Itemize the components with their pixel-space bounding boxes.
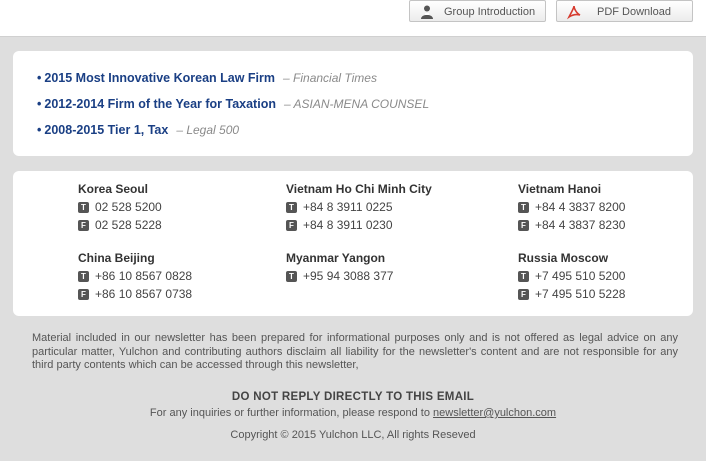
fax-icon: F [286, 220, 297, 231]
pdf-download-button[interactable]: PDF Download [556, 0, 693, 22]
fax-icon: F [518, 220, 529, 231]
tel-number: +7 495 510 5200 [535, 269, 626, 283]
fax-line: F +84 8 3911 0230 [286, 218, 506, 233]
award-item: • 2012-2014 Firm of the Year for Taxation… [37, 96, 429, 112]
fax-number: +7 495 510 5228 [535, 287, 626, 301]
awards-panel: • 2015 Most Innovative Korean Law Firm – F… [13, 51, 693, 156]
award-item: • 2008-2015 Tier 1, Tax – Legal 500 [37, 122, 239, 138]
office-name: China Beijing [78, 251, 155, 265]
bullet-icon: • [37, 123, 42, 137]
office-name: Vietnam Ho Chi Minh City [286, 182, 432, 196]
tel-number: +84 8 3911 0225 [303, 200, 393, 214]
office-name: Myanmar Yangon [286, 251, 386, 265]
tel-line: T +84 8 3911 0225 [286, 200, 506, 215]
office-korea-seoul: Korea Seoul T 02 528 5200 F 02 528 5228 [78, 181, 298, 233]
office-china-beijing: China Beijing T +86 10 8567 0828 F +86 10 … [78, 250, 298, 302]
award-title: 2015 Most Innovative Korean Law Firm [44, 71, 276, 85]
telephone-icon: T [286, 271, 297, 282]
telephone-icon: T [78, 271, 89, 282]
fax-number: +86 10 8567 0738 [95, 287, 193, 301]
fax-line: F +84 4 3837 8230 [518, 218, 706, 233]
award-source: – Legal 500 [176, 123, 240, 137]
office-vietnam-hcmc: Vietnam Ho Chi Minh City T +84 8 3911 022… [286, 181, 506, 233]
award-source: – ASIAN-MENA COUNSEL [283, 97, 430, 111]
fax-line: F 02 528 5228 [78, 218, 298, 233]
fax-number: +84 4 3837 8230 [535, 218, 626, 232]
telephone-icon: T [518, 271, 529, 282]
fax-number: +84 8 3911 0230 [303, 218, 393, 232]
tel-number: +86 10 8567 0828 [95, 269, 193, 283]
pdf-icon [566, 4, 582, 20]
tel-line: T +95 94 3088 377 [286, 269, 506, 284]
office-vietnam-hanoi: Vietnam Hanoi T +84 4 3837 8200 F +84 4 38… [518, 181, 706, 233]
tel-line: T 02 528 5200 [78, 200, 298, 215]
fax-icon: F [78, 220, 89, 231]
award-item: • 2015 Most Innovative Korean Law Firm – F… [37, 70, 377, 86]
office-name: Vietnam Hanoi [518, 182, 602, 196]
pdf-download-label: PDF Download [597, 6, 671, 18]
fax-line: F +7 495 510 5228 [518, 287, 706, 302]
inquiry-line: For any inquiries or further information… [0, 407, 706, 419]
group-introduction-label: Group Introduction [444, 6, 536, 18]
office-russia-moscow: Russia Moscow T +7 495 510 5200 F +7 495 5… [518, 250, 706, 302]
tel-line: T +7 495 510 5200 [518, 269, 706, 284]
office-name: Korea Seoul [78, 182, 149, 196]
inquiry-text: For any inquiries or further information… [149, 407, 434, 419]
telephone-icon: T [518, 202, 529, 213]
newsletter-email-link[interactable]: newsletter@yulchon.com [433, 407, 556, 419]
office-myanmar-yangon: Myanmar Yangon T +95 94 3088 377 [286, 250, 506, 284]
fax-number: 02 528 5228 [95, 218, 162, 232]
tel-line: T +86 10 8567 0828 [78, 269, 298, 284]
telephone-icon: T [78, 202, 89, 213]
bullet-icon: • [37, 71, 42, 85]
tel-number: +95 94 3088 377 [303, 269, 394, 283]
copyright-text: Copyright © 2015 Yulchon LLC, All rights… [230, 429, 476, 441]
bullet-icon: • [37, 97, 42, 111]
award-source: – Financial Times [283, 71, 377, 85]
no-reply-notice: DO NOT REPLY DIRECTLY TO THIS EMAIL [231, 391, 475, 403]
fax-icon: F [518, 289, 529, 300]
disclaimer-text: Material included in our newsletter has … [32, 332, 678, 371]
award-title: 2008-2015 Tier 1, Tax [44, 123, 169, 137]
person-icon [419, 4, 435, 20]
tel-number: 02 528 5200 [95, 200, 162, 214]
top-bar: Group Introduction PDF Download [0, 0, 706, 37]
award-title: 2012-2014 Firm of the Year for Taxation [44, 97, 276, 111]
fax-icon: F [78, 289, 89, 300]
office-name: Russia Moscow [518, 251, 609, 265]
tel-line: T +84 4 3837 8200 [518, 200, 706, 215]
telephone-icon: T [286, 202, 297, 213]
offices-panel: Korea Seoul T 02 528 5200 F 02 528 5228 Vi… [13, 171, 693, 316]
fax-line: F +86 10 8567 0738 [78, 287, 298, 302]
tel-number: +84 4 3837 8200 [535, 200, 626, 214]
group-introduction-button[interactable]: Group Introduction [409, 0, 546, 22]
